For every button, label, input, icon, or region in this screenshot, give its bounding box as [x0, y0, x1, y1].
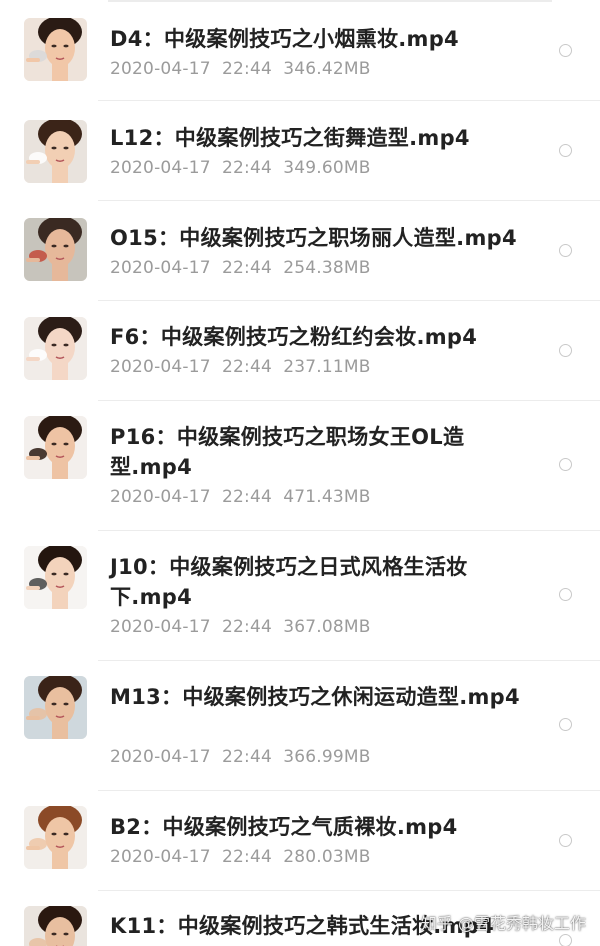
file-time: 22:44 — [222, 357, 273, 377]
file-time: 22:44 — [222, 617, 273, 637]
file-size: 349.60MB — [283, 158, 371, 178]
video-thumbnail — [24, 676, 87, 739]
file-size: 366.99MB — [283, 747, 371, 767]
select-radio-button[interactable] — [559, 244, 572, 257]
file-meta: 2020-04-17 22:44 471.43MB — [110, 486, 371, 508]
video-thumbnail — [24, 806, 87, 869]
select-radio-button[interactable] — [559, 834, 572, 847]
video-thumbnail — [24, 906, 87, 946]
video-thumbnail — [24, 218, 87, 281]
video-thumbnail — [24, 416, 87, 479]
file-date: 2020-04-17 — [110, 747, 211, 767]
file-list: D4：中级案例技巧之小烟熏妆.mp4 2020-04-17 22:44 346.4… — [0, 0, 600, 946]
file-list-item[interactable]: J10：中级案例技巧之日式风格生活妆下.mp4 2020-04-17 22:44 … — [0, 530, 600, 661]
file-time: 22:44 — [222, 158, 273, 178]
file-name: M13：中级案例技巧之休闲运动造型.mp4 — [110, 685, 520, 709]
file-size: 237.11MB — [283, 357, 371, 377]
file-name: P16：中级案例技巧之职场女王OL造型.mp4 — [110, 425, 465, 479]
file-name: O15：中级案例技巧之职场丽人造型.mp4 — [110, 226, 517, 250]
file-list-item[interactable]: D4：中级案例技巧之小烟熏妆.mp4 2020-04-17 22:44 346.4… — [0, 0, 600, 101]
file-date: 2020-04-17 — [110, 59, 211, 79]
video-thumbnail — [24, 18, 87, 81]
select-radio-button[interactable] — [559, 588, 572, 601]
file-meta: 2020-04-17 22:44 280.03MB — [110, 846, 371, 868]
file-time: 22:44 — [222, 747, 273, 767]
file-meta: 2020-04-17 22:44 367.08MB — [110, 616, 371, 638]
file-date: 2020-04-17 — [110, 357, 211, 377]
file-time: 22:44 — [222, 847, 273, 867]
file-name: B2：中级案例技巧之气质裸妆.mp4 — [110, 815, 458, 839]
file-date: 2020-04-17 — [110, 258, 211, 278]
select-radio-button[interactable] — [559, 718, 572, 731]
file-size: 254.38MB — [283, 258, 371, 278]
file-name: D4：中级案例技巧之小烟熏妆.mp4 — [110, 27, 459, 51]
video-thumbnail — [24, 317, 87, 380]
file-meta: 2020-04-17 22:44 366.99MB — [110, 746, 371, 768]
file-list-item[interactable]: F6：中级案例技巧之粉红约会妆.mp4 2020-04-17 22:44 237.… — [0, 300, 600, 401]
file-date: 2020-04-17 — [110, 158, 211, 178]
file-size: 367.08MB — [283, 617, 371, 637]
file-name: J10：中级案例技巧之日式风格生活妆下.mp4 — [110, 555, 468, 609]
file-list-item[interactable]: P16：中级案例技巧之职场女王OL造型.mp4 2020-04-17 22:44 … — [0, 400, 600, 531]
file-meta: 2020-04-17 22:44 237.11MB — [110, 356, 371, 378]
file-meta: 2020-04-17 22:44 346.42MB — [110, 58, 371, 80]
file-time: 22:44 — [222, 487, 273, 507]
video-thumbnail — [24, 546, 87, 609]
file-size: 280.03MB — [283, 847, 371, 867]
select-radio-button[interactable] — [559, 44, 572, 57]
file-size: 346.42MB — [283, 59, 371, 79]
file-name: L12：中级案例技巧之街舞造型.mp4 — [110, 126, 470, 150]
file-time: 22:44 — [222, 59, 273, 79]
select-radio-button[interactable] — [559, 934, 572, 946]
file-date: 2020-04-17 — [110, 487, 211, 507]
file-date: 2020-04-17 — [110, 617, 211, 637]
file-list-item[interactable]: B2：中级案例技巧之气质裸妆.mp4 2020-04-17 22:44 280.0… — [0, 790, 600, 891]
video-thumbnail — [24, 120, 87, 183]
file-meta: 2020-04-17 22:44 349.60MB — [110, 157, 371, 179]
file-date: 2020-04-17 — [110, 847, 211, 867]
file-list-item[interactable]: O15：中级案例技巧之职场丽人造型.mp4 2020-04-17 22:44 25… — [0, 200, 600, 301]
file-list-item[interactable]: M13：中级案例技巧之休闲运动造型.mp4 2020-04-17 22:44 36… — [0, 660, 600, 791]
watermark: 知乎 @雪花秀韩妆工作 — [420, 914, 586, 933]
file-time: 22:44 — [222, 258, 273, 278]
file-size: 471.43MB — [283, 487, 371, 507]
file-name: F6：中级案例技巧之粉红约会妆.mp4 — [110, 325, 478, 349]
file-list-item[interactable]: L12：中级案例技巧之街舞造型.mp4 2020-04-17 22:44 349.… — [0, 100, 600, 201]
select-radio-button[interactable] — [559, 344, 572, 357]
select-radio-button[interactable] — [559, 144, 572, 157]
select-radio-button[interactable] — [559, 458, 572, 471]
file-meta: 2020-04-17 22:44 254.38MB — [110, 257, 371, 279]
